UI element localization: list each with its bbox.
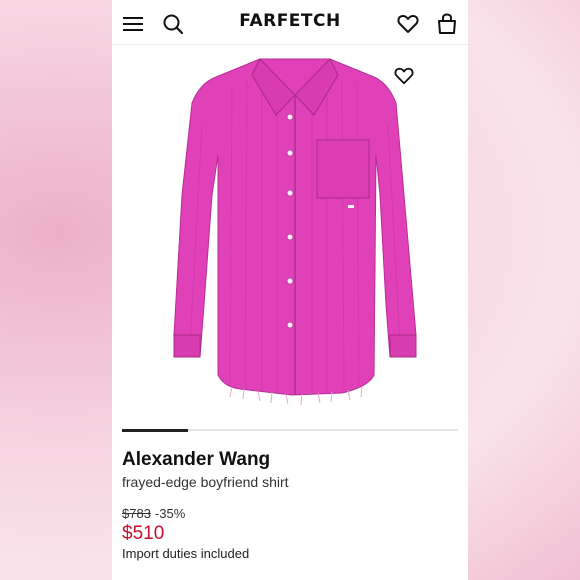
product-brand[interactable]: Alexander Wang	[122, 449, 270, 471]
shopping-bag-icon[interactable]	[434, 11, 460, 37]
discount-badge: -35%	[154, 506, 186, 521]
hamburger-menu-icon[interactable]	[120, 11, 146, 37]
farfetch-logo[interactable]: FARFETCH	[230, 11, 350, 31]
sale-price: $510	[122, 523, 165, 544]
product-image[interactable]	[112, 45, 468, 415]
wishlist-heart-icon[interactable]	[395, 11, 421, 37]
product-name: frayed-edge boyfriend shirt	[122, 474, 289, 490]
original-price: $783	[122, 506, 151, 521]
phone-screen: FARFETCH Alexander Wang frayed-edge boyf…	[112, 0, 468, 580]
carousel-active-segment	[122, 428, 188, 432]
original-price-row: $783 -35%	[122, 506, 185, 521]
add-to-wishlist-heart-icon[interactable]	[392, 64, 416, 88]
search-icon[interactable]	[160, 11, 186, 37]
image-carousel-indicator[interactable]	[122, 428, 458, 432]
top-navigation-bar: FARFETCH	[112, 0, 468, 45]
import-duties-note: Import duties included	[122, 546, 250, 561]
